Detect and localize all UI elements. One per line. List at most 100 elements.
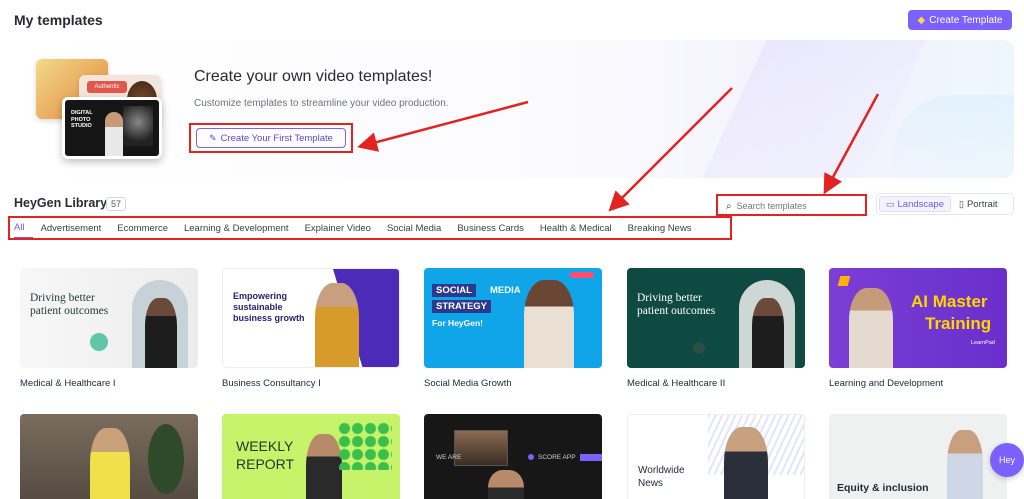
template-card[interactable]: WEEKLY REPORT [222,414,400,499]
template-name: Medical & Healthcare II [627,378,726,389]
presenter-figure [105,112,123,156]
headline-tag: MEDIA [490,285,521,296]
landscape-label: Landscape [897,198,944,210]
purple-bar [580,454,602,461]
tab-business-cards[interactable]: Business Cards [449,220,532,238]
presenter-figure [724,427,768,499]
studio-lights [123,106,153,146]
search-input[interactable] [736,201,847,211]
banner-illustration: Authentic DIGITAL PHOTO STUDIO [24,55,164,165]
template-thumbnail: WEEKLY REPORT [222,414,400,499]
banner-decoration [894,95,1014,178]
create-template-label: Create Template [929,14,1003,26]
banner-subtitle: Customize templates to streamline your v… [194,98,449,109]
orientation-toggle: ▭ Landscape ▯ Portrait [876,193,1014,215]
template-thumbnail: Empowering sustainable business growth [222,268,400,368]
template-card[interactable]: Equity & inclusion [829,414,1007,499]
tab-breaking-news[interactable]: Breaking News [620,220,700,238]
create-first-template-label: Create Your First Template [220,132,333,144]
page: My templates ◆ Create Template Authentic… [0,0,1024,499]
template-card[interactable]: WE ARE SCORE APP [424,414,602,499]
template-card[interactable]: SOCIAL MEDIA STRATEGY For HeyGen! Social… [424,268,602,389]
thumbnail-headline: News [638,478,664,489]
template-thumbnail: Driving better patient outcomes [20,268,198,368]
dark-sphere [693,342,705,354]
mint-sphere [90,333,108,351]
studio-thumbnail: DIGITAL PHOTO STUDIO [62,97,162,159]
monitor-icon: ▭ [886,198,895,209]
template-name: Business Consultancy I [222,378,321,389]
thumbnail-headline: REPORT [236,456,295,472]
template-thumbnail: Worldwide News [627,414,805,499]
template-thumbnail: Driving better patient outcomes [627,268,805,368]
presenter-figure [488,470,524,499]
category-tabs: All Advertisement Ecommerce Learning & D… [14,219,700,239]
presenter-figure [524,280,574,368]
thumbnail-headline: Empowering sustainable business growth [233,291,305,323]
brand-name: LearnPad [971,340,995,346]
landscape-option[interactable]: ▭ Landscape [879,196,951,212]
portrait-label: Portrait [966,198,998,210]
purple-dot [528,454,534,460]
presenter-figure [145,298,177,368]
template-card[interactable] [20,414,198,499]
presenter-figure [947,430,983,499]
thumbnail-headline: Equity & inclusion [837,482,929,494]
create-template-button[interactable]: ◆ Create Template [908,10,1012,30]
authentic-label: Authentic [87,81,127,93]
template-thumbnail [20,414,198,499]
library-title: HeyGen Library [14,196,108,210]
tab-learning-development[interactable]: Learning & Development [176,220,297,238]
tab-social-media[interactable]: Social Media [379,220,449,238]
tab-advertisement[interactable]: Advertisement [33,220,110,238]
presenter-figure [752,298,784,368]
headline-tag: SOCIAL [432,284,476,297]
photo-frame [454,430,508,466]
template-thumbnail: Equity & inclusion [829,414,1007,499]
presenter-figure [315,283,359,367]
template-thumbnail: SOCIAL MEDIA STRATEGY For HeyGen! [424,268,602,368]
phone-icon: ▯ [959,198,964,209]
assistant-button[interactable]: Hey [990,443,1024,477]
tab-ecommerce[interactable]: Ecommerce [109,220,176,238]
search-box[interactable]: ⌕ [720,197,865,215]
library-count-badge: 57 [106,197,127,211]
headline-tag: STRATEGY [432,300,492,313]
template-card[interactable]: Worldwide News [627,414,805,499]
create-first-template-button[interactable]: ✎ Create Your First Template [196,128,346,148]
brand-mark [837,276,851,286]
thumbnail-headline: WEEKLY [236,438,294,454]
page-title: My templates [14,12,103,28]
presenter-figure [849,288,893,368]
search-icon: ⌕ [726,200,732,212]
template-name: Learning and Development [829,378,944,389]
tab-all[interactable]: All [14,219,33,239]
template-card[interactable]: Driving better patient outcomes Medical … [627,268,805,389]
presenter-figure [306,434,342,499]
tab-health-medical[interactable]: Health & Medical [532,220,620,238]
template-thumbnail: WE ARE SCORE APP [424,414,602,499]
template-name: Social Media Growth [424,378,512,389]
headline-tag: For HeyGen! [432,318,484,328]
template-card[interactable]: Empowering sustainable business growth B… [222,268,400,389]
portrait-option[interactable]: ▯ Portrait [953,196,1004,212]
thumbnail-headline: Driving better patient outcomes [30,292,109,318]
thumbnail-headline: AI Master [911,292,988,311]
play-badge [570,272,594,278]
studio-label: DIGITAL PHOTO STUDIO [71,110,93,130]
thumbnail-headline: Training [925,314,992,333]
thumbnail-headline: SCORE APP [538,454,576,461]
plant-decoration [148,424,184,494]
create-template-banner: Authentic DIGITAL PHOTO STUDIO Create yo… [12,40,1014,178]
template-card[interactable]: Driving better patient outcomes Medical … [20,268,198,389]
banner-title: Create your own video templates! [194,68,433,85]
dot-grid [338,422,392,470]
diamond-icon: ◆ [917,14,926,26]
template-name: Medical & Healthcare I [20,378,116,389]
thumbnail-headline: Driving better patient outcomes [637,292,716,318]
template-card[interactable]: AI Master Training LearnPad Learning and… [829,268,1007,389]
template-thumbnail: AI Master Training LearnPad [829,268,1007,368]
tab-explainer-video[interactable]: Explainer Video [297,220,379,238]
thumbnail-headline: WE ARE [436,454,462,461]
edit-template-icon: ✎ [209,132,217,143]
